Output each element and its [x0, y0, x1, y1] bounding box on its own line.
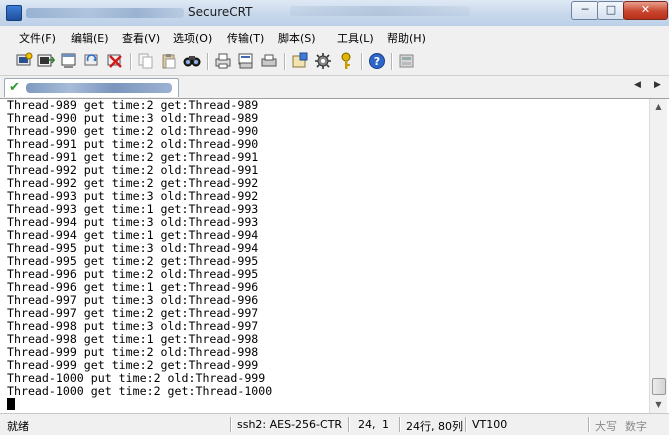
- help-icon[interactable]: ?: [368, 52, 386, 70]
- copy-icon[interactable]: [137, 52, 155, 70]
- toolbar-separator: [207, 53, 209, 70]
- blurred-background-text: [290, 6, 470, 16]
- status-terminal-type: VT100: [472, 418, 508, 431]
- status-divider: [348, 417, 350, 432]
- print-icon[interactable]: [214, 52, 232, 70]
- print-setup-icon[interactable]: [260, 52, 278, 70]
- blurred-session-name: [26, 83, 172, 93]
- toolbar-separator: [361, 53, 363, 70]
- quick-connect-icon[interactable]: [37, 52, 55, 70]
- menu-edit[interactable]: 编辑(E): [71, 30, 109, 46]
- connect-in-tab-icon[interactable]: [60, 52, 78, 70]
- menu-tools[interactable]: 工具(L): [337, 30, 374, 46]
- scroll-down-icon[interactable]: ▼: [650, 397, 667, 413]
- close-button[interactable]: ✕: [623, 1, 668, 20]
- status-caps-lock: 大写: [595, 420, 617, 433]
- title-bar[interactable]: SecureCRT ─ □ ✕: [0, 0, 669, 26]
- menu-bar: 文件(F) 编辑(E) 查看(V) 选项(O) 传输(T) 脚本(S) 工具(L…: [0, 26, 669, 49]
- vertical-scrollbar[interactable]: ▲ ▼: [649, 99, 667, 413]
- terminal-line: Thread-1000 get time:2 get:Thread-1000: [7, 384, 273, 398]
- session-options-icon[interactable]: [291, 52, 309, 70]
- print-selection-icon[interactable]: [237, 52, 255, 70]
- status-ready: 就绪: [7, 420, 29, 433]
- reconnect-icon[interactable]: [83, 52, 101, 70]
- window-title: SecureCRT: [26, 5, 252, 19]
- toolbar-separator: [284, 53, 286, 70]
- scroll-up-icon[interactable]: ▲: [650, 99, 667, 115]
- status-divider: [230, 417, 232, 432]
- status-divider: [588, 417, 590, 432]
- menu-view[interactable]: 查看(V): [122, 30, 160, 46]
- securecrt-app-icon[interactable]: [6, 5, 22, 21]
- global-options-icon[interactable]: [314, 52, 332, 70]
- paste-icon[interactable]: [160, 52, 178, 70]
- terminal-output[interactable]: Thread-989 get time:2 get:Thread-989 Thr…: [3, 99, 647, 413]
- check-icon: ✔: [9, 80, 20, 95]
- menu-options[interactable]: 选项(O): [173, 30, 212, 46]
- terminal-prompt-line: [3, 398, 647, 411]
- status-bar: 就绪 ssh2: AES-256-CTR 24, 1 24行, 80列 VT10…: [0, 413, 669, 435]
- menu-file[interactable]: 文件(F): [19, 30, 56, 46]
- session-tab-bar: ✔ ◀ ▶: [0, 76, 669, 99]
- status-size: 24行, 80列: [406, 420, 463, 433]
- keymap-icon[interactable]: [337, 52, 355, 70]
- sftp-icon[interactable]: [398, 52, 416, 70]
- toolbar-separator: [391, 53, 393, 70]
- toolbar-separator: [130, 53, 132, 70]
- scrollbar-thumb[interactable]: [652, 378, 666, 395]
- terminal-cursor: [7, 398, 15, 410]
- toolbar: ?: [0, 48, 669, 76]
- status-divider: [399, 417, 401, 432]
- menu-script[interactable]: 脚本(S): [278, 30, 316, 46]
- window-title-text: SecureCRT: [188, 5, 253, 19]
- status-num-lock: 数字: [625, 420, 647, 433]
- menu-help[interactable]: 帮助(H): [387, 30, 426, 46]
- tab-scroll-right-icon[interactable]: ▶: [654, 80, 661, 90]
- blurred-hostname: [26, 7, 184, 18]
- menu-transfer[interactable]: 传输(T): [227, 30, 264, 46]
- minimize-button[interactable]: ─: [571, 1, 599, 20]
- disconnect-icon[interactable]: [106, 52, 124, 70]
- maximize-button[interactable]: □: [597, 1, 625, 20]
- status-divider: [465, 417, 467, 432]
- connect-icon[interactable]: [15, 52, 33, 70]
- status-col: 1: [382, 418, 389, 431]
- find-icon[interactable]: [183, 52, 201, 70]
- status-row: 24,: [358, 418, 376, 431]
- status-cipher: ssh2: AES-256-CTR: [237, 418, 343, 431]
- tab-scroll-left-icon[interactable]: ◀: [634, 80, 641, 90]
- session-tab[interactable]: ✔: [4, 78, 179, 97]
- svg-text:?: ?: [374, 55, 380, 68]
